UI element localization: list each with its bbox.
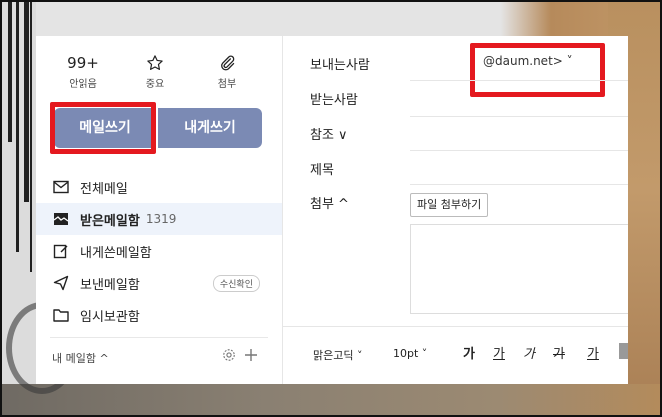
barcode-stripe xyxy=(16,2,19,252)
gear-icon[interactable] xyxy=(222,348,236,362)
folder-label: 보낸메일함 xyxy=(80,277,140,293)
unread-shortcut[interactable]: 99+ 안읽음 xyxy=(52,54,114,90)
underline-button[interactable]: 가 xyxy=(493,343,505,362)
compose-pane: 보내는사람 @daum.net> ˅ 받는사람 참조 ∨ 제목 첨부 ^ 파일 … xyxy=(283,36,628,384)
unread-count: 99+ xyxy=(67,54,99,72)
editor-toolbar: 맑은고딕 ˅ 10pt ˅ 가 가 가 가 가 xyxy=(283,326,628,384)
from-label: 보내는사람 xyxy=(310,58,370,73)
photo-bottom xyxy=(2,384,660,415)
write-to-self-button[interactable]: 내게쓰기 xyxy=(158,108,262,148)
mail-app: 99+ 안읽음 중요 첨부 메일쓰기 내게쓰기 전체메일 받은메일함 1319 … xyxy=(36,36,628,384)
highlight-box xyxy=(50,102,156,154)
folder-sent[interactable]: 보낸메일함 수신확인 xyxy=(36,267,282,299)
to-input[interactable] xyxy=(410,116,628,117)
font-family-select[interactable]: 맑은고딕 ˅ xyxy=(313,347,362,363)
mail-icon xyxy=(52,178,70,196)
folder-label: 받은메일함 xyxy=(80,213,140,229)
folder-label: 내게쓴메일함 xyxy=(80,245,152,261)
background-color-button[interactable] xyxy=(619,343,628,359)
sidebar: 99+ 안읽음 중요 첨부 메일쓰기 내게쓰기 전체메일 받은메일함 1319 … xyxy=(36,36,283,384)
read-receipt-chip[interactable]: 수신확인 xyxy=(212,274,260,292)
inbox-count: 1319 xyxy=(145,212,177,226)
my-mailbox-toggle[interactable]: 내 메일함 ^ xyxy=(52,350,109,366)
send-icon xyxy=(52,274,70,292)
attach-toggle[interactable]: 첨부 ^ xyxy=(310,193,349,212)
my-mailbox-actions xyxy=(222,348,258,362)
folder-label: 임시보관함 xyxy=(80,309,140,325)
attachment-dropzone[interactable] xyxy=(410,224,628,314)
attachment-label: 첨부 xyxy=(217,79,237,90)
unread-label: 안읽음 xyxy=(69,79,97,90)
cc-toggle[interactable]: 참조 ∨ xyxy=(310,124,348,143)
paperclip-icon xyxy=(221,55,235,71)
highlight-box xyxy=(470,43,605,97)
divider xyxy=(50,337,268,338)
note-edit-icon xyxy=(52,242,70,260)
important-shortcut[interactable]: 중요 xyxy=(124,54,186,90)
folder-drafts[interactable]: 임시보관함 xyxy=(36,299,282,331)
plus-icon[interactable] xyxy=(244,348,258,362)
bold-button[interactable]: 가 xyxy=(463,343,475,362)
font-size-select[interactable]: 10pt ˅ xyxy=(393,347,427,360)
photo-top xyxy=(36,2,660,36)
barcode-stripe xyxy=(8,2,12,142)
attach-file-button[interactable]: 파일 첨부하기 xyxy=(410,193,489,217)
barcode-stripe xyxy=(30,2,32,272)
italic-button[interactable]: 가 xyxy=(523,343,535,362)
folder-inbox[interactable]: 받은메일함 1319 xyxy=(36,203,282,235)
folder-all-mail[interactable]: 전체메일 xyxy=(36,171,282,203)
strikethrough-button[interactable]: 가 xyxy=(553,343,565,362)
subject-input[interactable] xyxy=(410,184,628,185)
important-label: 중요 xyxy=(145,79,165,90)
to-label: 받는사람 xyxy=(310,93,358,108)
barcode-stripe xyxy=(24,2,29,202)
field-line xyxy=(410,80,628,81)
screenshot-frame: 99+ 안읽음 중요 첨부 메일쓰기 내게쓰기 전체메일 받은메일함 1319 … xyxy=(0,0,662,417)
folder-sent-to-self[interactable]: 내게쓴메일함 xyxy=(36,235,282,267)
folder-icon xyxy=(52,306,70,324)
attachment-shortcut[interactable]: 첨부 xyxy=(196,54,258,90)
inbox-icon xyxy=(52,210,70,228)
folder-label: 전체메일 xyxy=(80,181,128,197)
cc-input[interactable] xyxy=(410,150,628,151)
subject-label: 제목 xyxy=(310,163,334,178)
star-icon xyxy=(147,55,163,70)
font-color-button[interactable]: 가 xyxy=(587,343,599,362)
